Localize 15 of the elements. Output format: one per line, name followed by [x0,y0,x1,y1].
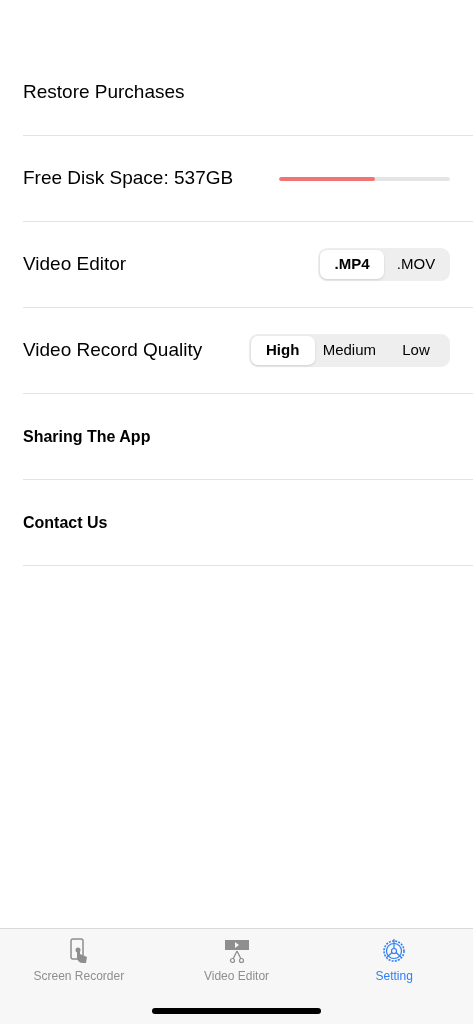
setting-link[interactable]: Restore Purchases [23,78,185,107]
setting-label: Video Record Quality [23,338,203,363]
segment-option[interactable]: .MOV [384,250,448,279]
phone-tap-icon [69,938,88,964]
segment-option[interactable]: High [250,336,315,365]
settings-icon [381,938,408,964]
setting-link[interactable]: Sharing The App [23,424,151,449]
tab-bar-item[interactable]: Setting [315,929,473,985]
setting-label: Free Disk Space: 537GB [23,166,234,191]
segment-option[interactable]: Medium [314,336,384,365]
setting-link[interactable]: Contact Us [23,510,108,535]
setting-label: Video Editor [23,252,127,277]
segment-option[interactable]: Low [384,336,448,365]
segment-option[interactable]: .MP4 [320,250,384,279]
film-scissors-icon [223,938,250,964]
